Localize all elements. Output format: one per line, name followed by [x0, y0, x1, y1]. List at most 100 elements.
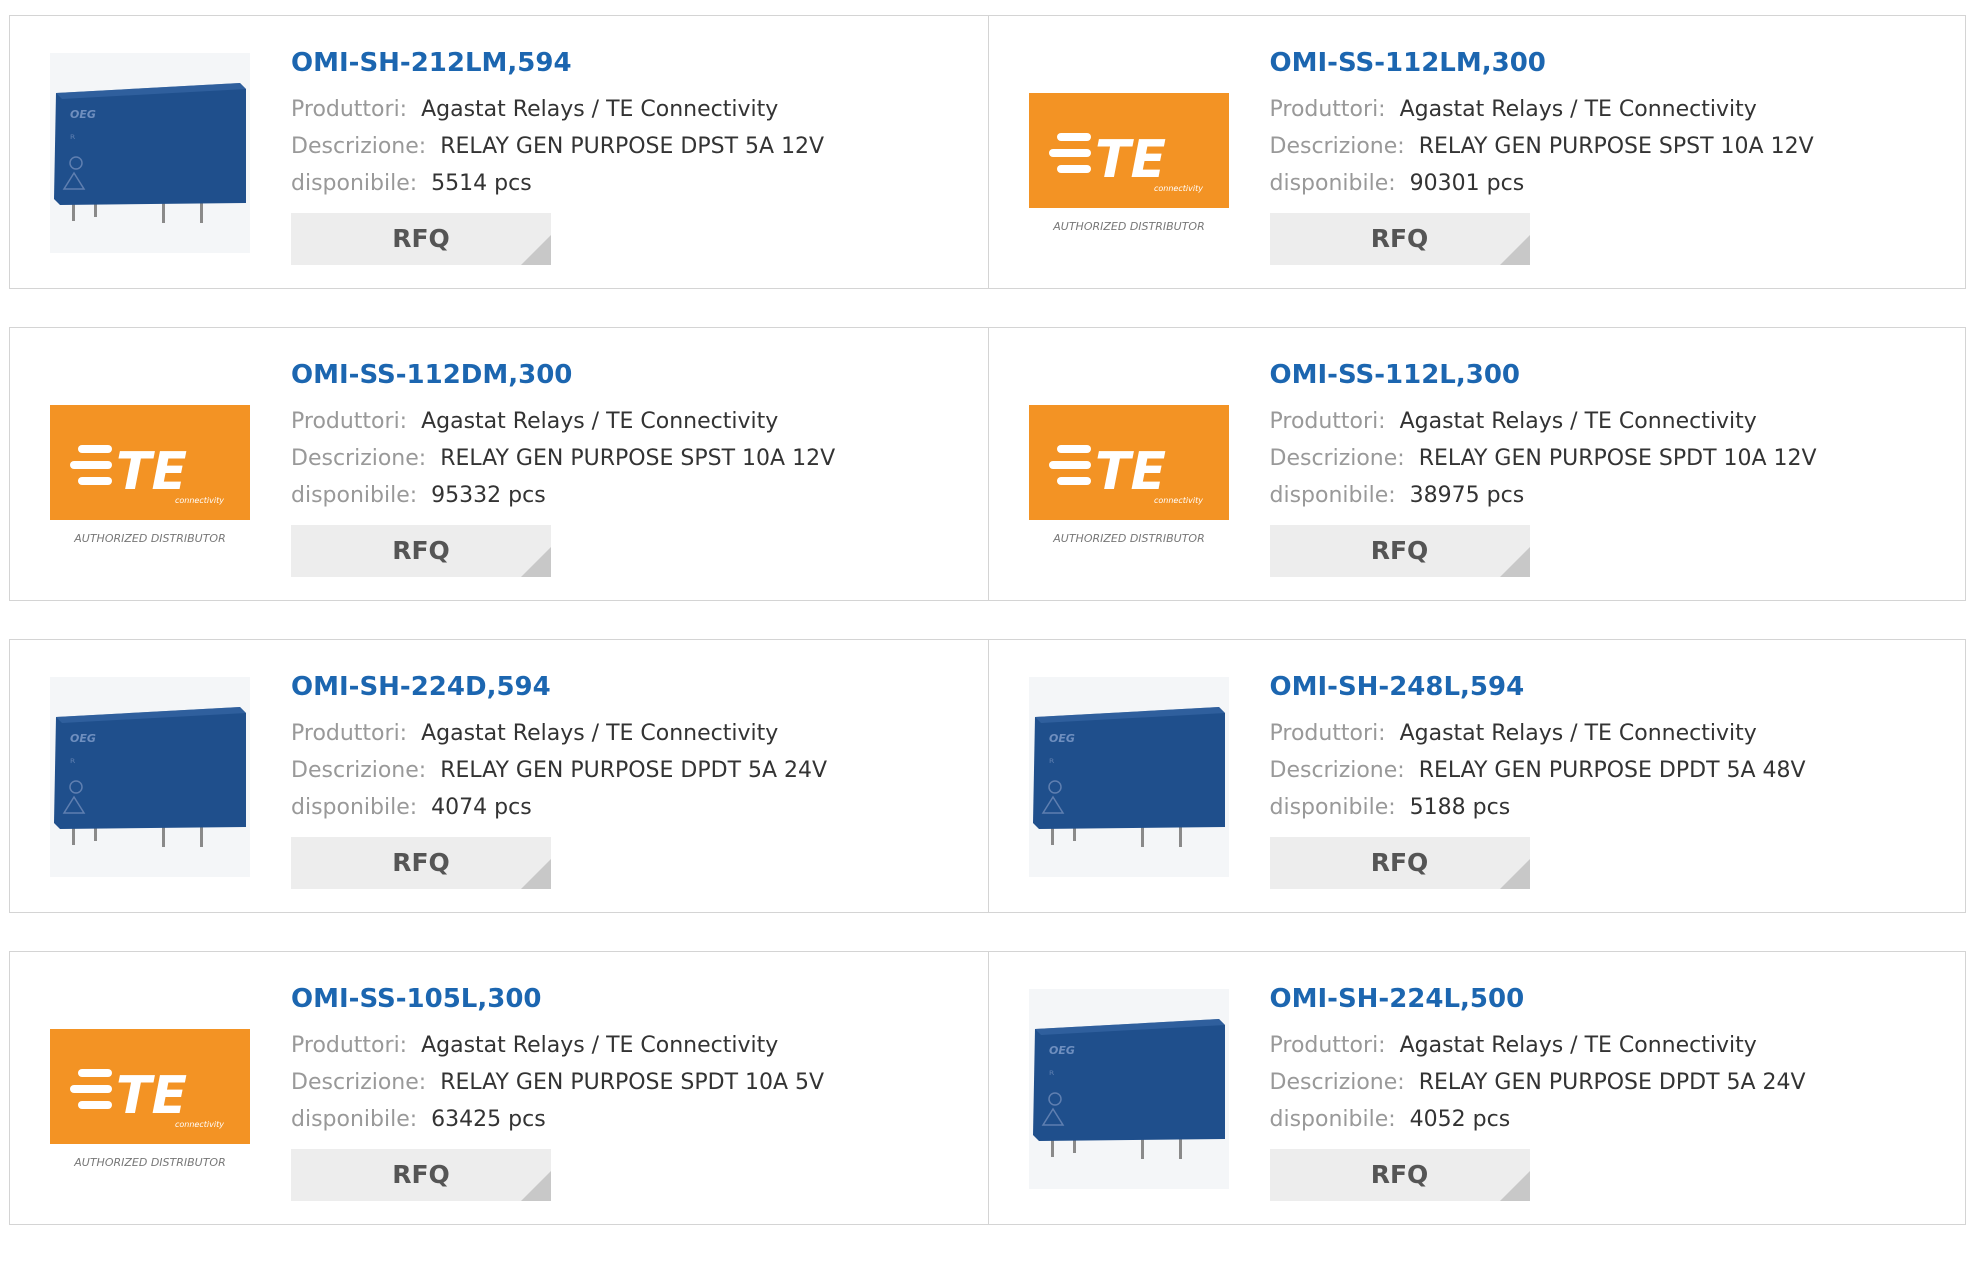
description-line: Descrizione: RELAY GEN PURPOSE SPDT 10A 5… — [291, 1064, 824, 1101]
relay-product-image[interactable]: OEG ᴿ — [50, 53, 250, 253]
stock-line: disponibile: 63425 pcs — [291, 1101, 824, 1138]
part-number-link[interactable]: OMI-SS-105L,300 — [291, 983, 824, 1015]
rfq-label: RFQ — [392, 848, 450, 877]
description-value: RELAY GEN PURPOSE DPDT 5A 48V — [1418, 758, 1806, 783]
product-thumbnail[interactable]: OEG ᴿ — [1028, 989, 1229, 1189]
rfq-button[interactable]: RFQ — [291, 213, 551, 265]
svg-text:OEG: OEG — [1049, 732, 1075, 745]
manufacturer-value: Agastat Relays / TE Connectivity — [1399, 97, 1757, 122]
part-number-link[interactable]: OMI-SH-224D,594 — [291, 671, 827, 703]
description-line: Descrizione: RELAY GEN PURPOSE SPDT 10A 1… — [1270, 440, 1817, 477]
product-info: OMI-SH-212LM,594 Produttori: Agastat Relay… — [291, 47, 824, 265]
rfq-button[interactable]: RFQ — [291, 1149, 551, 1201]
part-number-link[interactable]: OMI-SS-112LM,300 — [1270, 47, 1814, 79]
svg-text:TE: TE — [116, 442, 187, 502]
manufacturer-label: Produttori: — [291, 97, 408, 122]
product-thumbnail[interactable]: OEG ᴿ — [1028, 677, 1229, 877]
product-thumbnail[interactable]: TE connectivity AUTHORIZED DISTRIBUTOR — [50, 989, 250, 1189]
manufacturer-label: Produttori: — [291, 721, 408, 746]
svg-text:OEG: OEG — [70, 732, 96, 745]
product-card: OEG ᴿ OMI-SH-248L,594 Produttori: Agastat … — [987, 640, 1966, 912]
rfq-button[interactable]: RFQ — [1269, 525, 1530, 577]
product-thumbnail[interactable]: OEG ᴿ — [50, 53, 250, 253]
product-row: TE connectivity AUTHORIZED DISTRIBUTOR O… — [9, 951, 1966, 1225]
svg-text:TE: TE — [1095, 442, 1166, 502]
product-thumbnail[interactable]: TE connectivity AUTHORIZED DISTRIBUTOR — [1028, 53, 1229, 253]
manufacturer-value: Agastat Relays / TE Connectivity — [421, 721, 779, 746]
stock-value: 5188 pcs — [1409, 795, 1511, 820]
stock-line: disponibile: 5188 pcs — [1270, 789, 1806, 826]
rfq-label: RFQ — [1370, 848, 1429, 877]
description-label: Descrizione: — [291, 446, 427, 471]
svg-text:connectivity: connectivity — [1154, 184, 1203, 193]
product-thumbnail[interactable]: TE connectivity AUTHORIZED DISTRIBUTOR — [50, 365, 250, 565]
manufacturer-line: Produttori: Agastat Relays / TE Connectiv… — [291, 403, 835, 440]
rfq-button[interactable]: RFQ — [291, 837, 551, 889]
stock-value: 63425 pcs — [431, 1107, 546, 1132]
manufacturer-label: Produttori: — [1269, 721, 1386, 746]
svg-text:connectivity: connectivity — [175, 1120, 224, 1129]
part-number-link[interactable]: OMI-SH-224L,500 — [1270, 983, 1806, 1015]
stock-label: disponibile: — [291, 1107, 418, 1132]
part-number-link[interactable]: OMI-SH-248L,594 — [1270, 671, 1806, 703]
part-number-link[interactable]: OMI-SS-112DM,300 — [291, 359, 835, 391]
description-label: Descrizione: — [1269, 446, 1405, 471]
relay-product-image[interactable]: OEG ᴿ — [50, 677, 250, 877]
rfq-corner-decoration — [1499, 859, 1530, 889]
description-label: Descrizione: — [291, 1070, 427, 1095]
svg-text:TE: TE — [116, 1066, 187, 1126]
manufacturer-label: Produttori: — [1269, 1033, 1386, 1058]
product-card: OEG ᴿ OMI-SH-212LM,594 Produttori: Agastat… — [10, 16, 988, 288]
stock-line: disponibile: 4074 pcs — [291, 789, 827, 826]
description-line: Descrizione: RELAY GEN PURPOSE DPDT 5A 24… — [1270, 1064, 1806, 1101]
description-label: Descrizione: — [1269, 758, 1405, 783]
product-thumbnail[interactable]: TE connectivity AUTHORIZED DISTRIBUTOR — [1028, 365, 1229, 565]
rfq-button[interactable]: RFQ — [1269, 837, 1530, 889]
product-card: TE connectivity AUTHORIZED DISTRIBUTOR O… — [10, 952, 988, 1224]
manufacturer-value: Agastat Relays / TE Connectivity — [1399, 409, 1757, 434]
part-number-link[interactable]: OMI-SH-212LM,594 — [291, 47, 824, 79]
manufacturer-line: Produttori: Agastat Relays / TE Connectiv… — [1270, 1027, 1806, 1064]
product-info: OMI-SS-112DM,300 Produttori: Agastat Relay… — [291, 359, 835, 577]
svg-text:TE: TE — [1095, 130, 1166, 190]
te-authorized-distributor-logo[interactable]: TE connectivity AUTHORIZED DISTRIBUTOR — [50, 365, 250, 565]
svg-text:AUTHORIZED DISTRIBUTOR: AUTHORIZED DISTRIBUTOR — [1052, 532, 1205, 545]
svg-text:AUTHORIZED DISTRIBUTOR: AUTHORIZED DISTRIBUTOR — [73, 532, 226, 545]
rfq-label: RFQ — [1370, 536, 1429, 565]
description-label: Descrizione: — [1269, 1070, 1405, 1095]
rfq-button[interactable]: RFQ — [1269, 1149, 1530, 1201]
te-authorized-distributor-logo[interactable]: TE connectivity AUTHORIZED DISTRIBUTOR — [1028, 53, 1229, 253]
product-info: OMI-SS-112L,300 Produttori: Agastat Relays… — [1269, 359, 1817, 577]
manufacturer-label: Produttori: — [291, 1033, 408, 1058]
rfq-corner-decoration — [1499, 547, 1530, 577]
relay-product-image[interactable]: OEG ᴿ — [1028, 677, 1229, 877]
rfq-label: RFQ — [1370, 224, 1429, 253]
rfq-corner-decoration — [521, 547, 551, 577]
manufacturer-value: Agastat Relays / TE Connectivity — [1399, 721, 1757, 746]
rfq-corner-decoration — [521, 235, 551, 265]
stock-value: 90301 pcs — [1409, 171, 1525, 196]
part-number-link[interactable]: OMI-SS-112L,300 — [1270, 359, 1817, 391]
rfq-button[interactable]: RFQ — [291, 525, 551, 577]
manufacturer-line: Produttori: Agastat Relays / TE Connectiv… — [1270, 715, 1806, 752]
product-row: OEG ᴿ OMI-SH-224D,594 Produttori: Agastat … — [9, 639, 1966, 913]
te-authorized-distributor-logo[interactable]: TE connectivity AUTHORIZED DISTRIBUTOR — [50, 989, 250, 1189]
relay-product-image[interactable]: OEG ᴿ — [1028, 989, 1229, 1189]
stock-line: disponibile: 5514 pcs — [291, 165, 824, 202]
svg-text:OEG: OEG — [1049, 1044, 1075, 1057]
product-card: TE connectivity AUTHORIZED DISTRIBUTOR O… — [10, 328, 988, 600]
manufacturer-label: Produttori: — [291, 409, 408, 434]
manufacturer-line: Produttori: Agastat Relays / TE Connectiv… — [1270, 91, 1814, 128]
product-card: OEG ᴿ OMI-SH-224D,594 Produttori: Agastat … — [10, 640, 988, 912]
te-authorized-distributor-logo[interactable]: TE connectivity AUTHORIZED DISTRIBUTOR — [1028, 365, 1229, 565]
stock-label: disponibile: — [291, 795, 418, 820]
rfq-button[interactable]: RFQ — [1269, 213, 1530, 265]
stock-value: 4052 pcs — [1409, 1107, 1511, 1132]
manufacturer-line: Produttori: Agastat Relays / TE Connectiv… — [291, 91, 824, 128]
product-thumbnail[interactable]: OEG ᴿ — [50, 677, 250, 877]
product-info: OMI-SS-112LM,300 Produttori: Agastat Relay… — [1269, 47, 1814, 265]
manufacturer-label: Produttori: — [1269, 409, 1386, 434]
stock-line: disponibile: 38975 pcs — [1270, 477, 1817, 514]
manufacturer-value: Agastat Relays / TE Connectivity — [421, 97, 779, 122]
description-line: Descrizione: RELAY GEN PURPOSE DPDT 5A 24… — [291, 752, 827, 789]
